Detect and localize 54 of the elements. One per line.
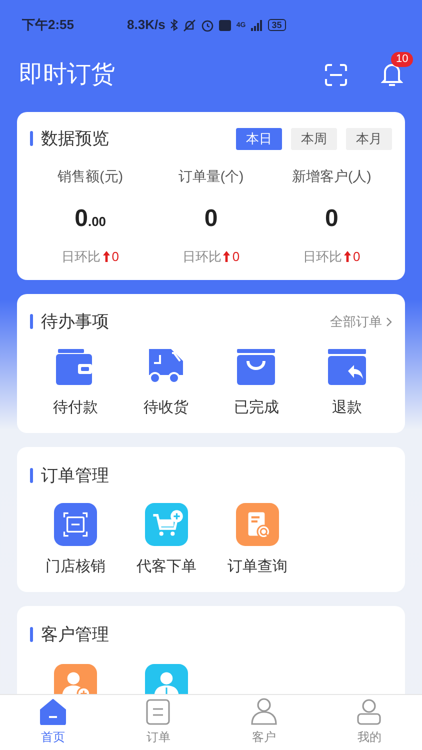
title-marker [30,627,33,642]
todo-item[interactable]: 待收货 [120,348,211,419]
period-tab[interactable]: 本周 [291,128,337,150]
stat-value: 0 [204,204,218,234]
all-orders-link[interactable]: 全部订单 [330,312,392,332]
scan-icon[interactable] [324,63,348,87]
chevron-right-icon [386,316,392,327]
title-marker [30,468,33,484]
tab-bar-item[interactable]: 首页 [0,695,106,750]
stat-label: 订单量(个) [178,166,244,186]
stat-label: 新增客户(人) [292,166,372,186]
period-tab[interactable]: 本月 [346,128,392,150]
todo-item[interactable]: 已完成 [211,348,302,419]
title-marker [30,314,33,330]
period-tab[interactable]: 本日 [236,128,282,150]
change-value: 0 [112,248,119,266]
compare-label: 日环比 [62,248,101,266]
section-title: 数据预览 [41,128,109,150]
notification-badge: 10 [391,52,414,67]
wallet-icon [56,348,94,384]
app-title: 即时订货 [19,60,116,90]
alarm-icon [201,18,214,32]
todo-item[interactable]: 待付款 [30,348,120,419]
compare-label: 日环比 [182,248,222,266]
tab-bar-item[interactable]: 订单 [106,695,211,750]
change-value: 0 [353,248,360,266]
bluetooth-icon [170,19,178,31]
network-speed: 8.3K/s [127,16,166,34]
section-title: 订单管理 [41,465,109,487]
tab-bar-item[interactable]: 我的 [316,695,422,750]
bell-icon[interactable] [381,62,403,88]
section-title: 客户管理 [41,624,109,646]
home-icon [40,699,66,725]
bag-icon [237,348,276,384]
person-icon [250,697,278,725]
stat-label: 销售额(元) [58,166,123,186]
todo-item[interactable]: 退款 [302,348,392,419]
tab-bar-item[interactable]: 客户 [211,695,316,750]
order-shortcut[interactable]: 门店核销 [30,502,121,578]
title-marker [30,131,33,146]
stat-value: 0 [324,204,338,234]
order-shortcut[interactable]: 订单查询 [212,502,303,578]
mute-icon [183,18,196,32]
document-icon [146,699,170,725]
battery-level: 35 [268,19,286,31]
signal-icon [250,20,263,30]
order-shortcut[interactable]: 代客下单 [121,502,212,578]
section-title: 待办事项 [41,311,109,333]
stat-value: 0.00 [74,204,106,234]
compare-label: 日环比 [303,248,342,266]
return-icon [328,348,366,384]
profile-icon [355,697,384,725]
change-value: 0 [232,248,240,266]
status-time: 下午2:55 [22,16,74,34]
